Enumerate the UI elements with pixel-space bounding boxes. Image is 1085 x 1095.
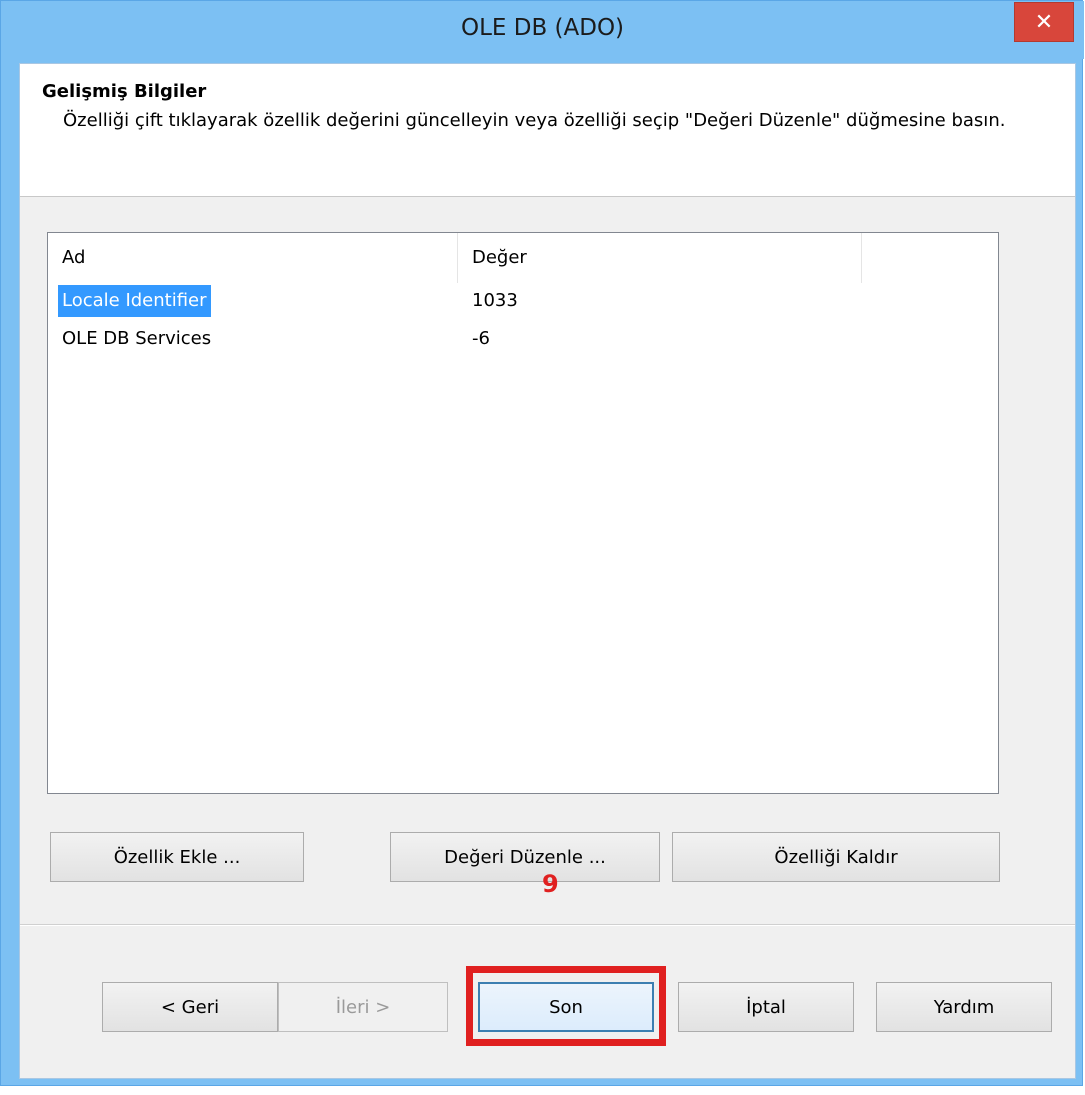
column-header-value[interactable]: Değer: [458, 233, 862, 283]
back-button[interactable]: < Geri: [102, 982, 278, 1032]
close-icon: ✕: [1034, 9, 1054, 35]
edit-value-button[interactable]: Değeri Düzenle ...: [390, 832, 660, 882]
list-item[interactable]: OLE DB Services -6: [48, 323, 998, 355]
column-header-name[interactable]: Ad: [48, 233, 458, 283]
window-title: OLE DB (ADO): [460, 15, 625, 41]
remove-property-button[interactable]: Özelliği Kaldır: [672, 832, 1000, 882]
dialog-client-area: Gelişmiş Bilgiler Özelliği çift tıklayar…: [19, 63, 1076, 1079]
highlight-annotation: [466, 966, 666, 1046]
properties-list[interactable]: Ad Değer Locale Identifier 1033 OLE DB S…: [47, 232, 999, 794]
dialog-window: OLE DB (ADO) ✕ Gelişmiş Bilgiler Özelliğ…: [0, 0, 1084, 1086]
bottom-strip: [0, 1086, 1085, 1095]
property-value: 1033: [472, 290, 518, 311]
column-header-empty: [862, 233, 998, 283]
header-panel: Gelişmiş Bilgiler Özelliği çift tıklayar…: [20, 64, 1075, 197]
property-name: Locale Identifier: [58, 285, 211, 317]
list-item[interactable]: Locale Identifier 1033: [48, 285, 998, 317]
step-number-annotation: 9: [542, 870, 559, 898]
next-button: İleri >: [278, 982, 448, 1032]
property-value: -6: [472, 328, 490, 349]
list-header: Ad Değer: [48, 233, 998, 283]
title-bar[interactable]: OLE DB (ADO) ✕: [1, 1, 1084, 59]
footer-divider: [20, 924, 1075, 926]
cancel-button[interactable]: İptal: [678, 982, 854, 1032]
property-name: OLE DB Services: [62, 328, 212, 349]
help-button[interactable]: Yardım: [876, 982, 1052, 1032]
close-button[interactable]: ✕: [1014, 2, 1074, 42]
page-description: Özelliği çift tıklayarak özellik değerin…: [63, 110, 1006, 131]
add-property-button[interactable]: Özellik Ekle ...: [50, 832, 304, 882]
page-title: Gelişmiş Bilgiler: [42, 81, 207, 102]
